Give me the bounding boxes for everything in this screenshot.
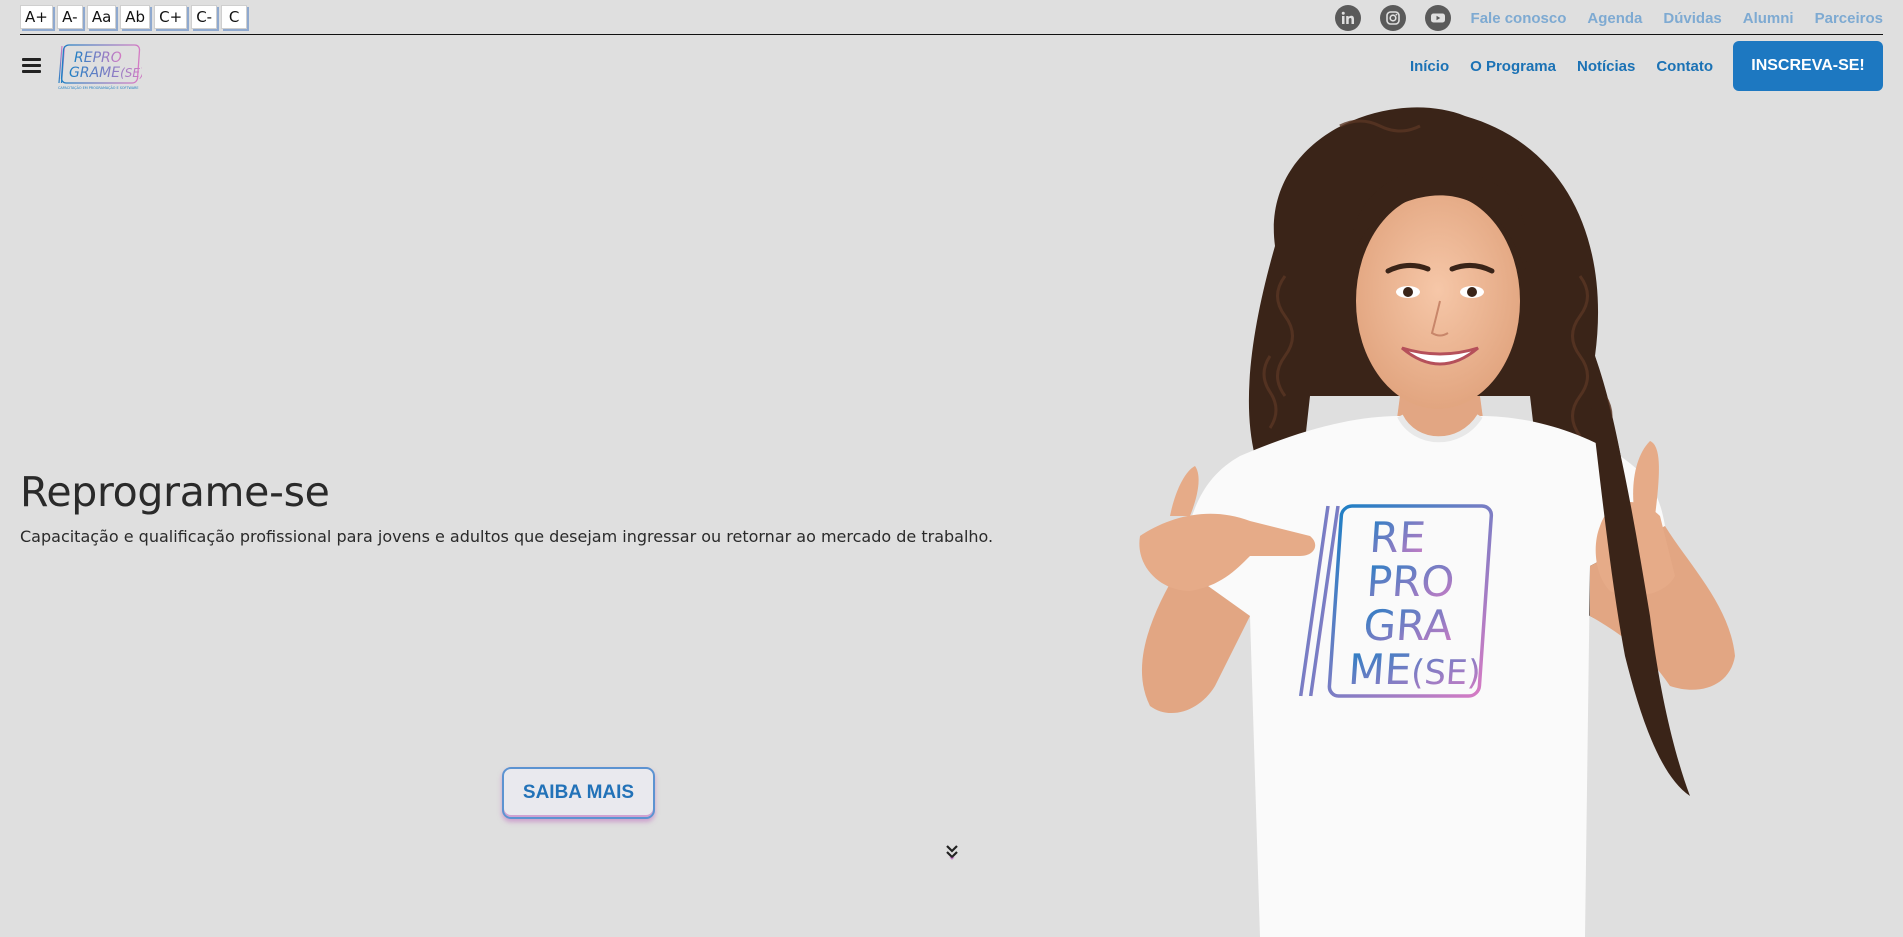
signup-button[interactable]: INSCREVA-SE! — [1733, 41, 1883, 91]
hero-image: RE PRO GRA ME(SE) — [1139, 107, 1735, 937]
logo-tagline: CAPACITAÇÃO EM PROGRAMAÇÃO E SOFTWARE — [58, 85, 139, 90]
top-links: Fale conosco Agenda Dúvidas Alumni Parce… — [1471, 10, 1883, 27]
contrast-increase-button[interactable]: C+ — [154, 5, 188, 29]
dyslexic-font-button[interactable]: Ab — [120, 5, 151, 29]
accessibility-toolbar: A+ A- Aa Ab C+ C- C — [20, 5, 248, 29]
menu-icon[interactable] — [22, 58, 41, 74]
scroll-down-icon[interactable] — [944, 843, 960, 861]
nav-link-contato[interactable]: Contato — [1656, 58, 1713, 75]
logo-text-line2: GRAME(SE) — [69, 65, 142, 81]
instagram-icon[interactable] — [1379, 5, 1406, 31]
top-link-agenda[interactable]: Agenda — [1587, 10, 1642, 27]
top-link-parceiros[interactable]: Parceiros — [1815, 10, 1883, 27]
nav-link-noticias[interactable]: Notícias — [1577, 58, 1635, 75]
shirt-text-line3: GRA — [1362, 601, 1454, 650]
contrast-decrease-button[interactable]: C- — [191, 5, 218, 29]
top-bar: A+ A- Aa Ab C+ C- C Fale conosco Agenda … — [0, 0, 1903, 35]
hero-title: Reprograme-se — [20, 468, 330, 516]
main-nav: REPRO GRAME(SE) CAPACITAÇÃO EM PROGRAMAÇ… — [0, 36, 1903, 96]
nav-link-o-programa[interactable]: O Programa — [1470, 58, 1556, 75]
top-right-area: Fale conosco Agenda Dúvidas Alumni Parce… — [1334, 5, 1883, 31]
linkedin-icon[interactable] — [1334, 5, 1361, 31]
top-link-alumni[interactable]: Alumni — [1743, 10, 1794, 27]
logo-text-line1: REPRO — [74, 50, 122, 66]
logo[interactable]: REPRO GRAME(SE) CAPACITAÇÃO EM PROGRAMAÇ… — [56, 43, 142, 91]
shirt-text-line4: ME(SE) — [1347, 645, 1483, 694]
top-link-duvidas[interactable]: Dúvidas — [1663, 10, 1721, 27]
shirt-text-line1: RE — [1368, 513, 1427, 562]
social-links — [1334, 5, 1451, 31]
learn-more-button[interactable]: SAIBA MAIS — [502, 767, 655, 819]
font-increase-button[interactable]: A+ — [20, 5, 53, 29]
nav-link-inicio[interactable]: Início — [1410, 58, 1449, 75]
font-decrease-button[interactable]: A- — [56, 5, 83, 29]
contrast-reset-button[interactable]: C — [221, 5, 248, 29]
hero-subtitle: Capacitação e qualificação profissional … — [20, 527, 994, 546]
font-reset-button[interactable]: Aa — [86, 5, 117, 29]
nav-links: Início O Programa Notícias Contato — [1410, 58, 1713, 75]
shirt-text-line2: PRO — [1365, 557, 1456, 606]
top-link-fale-conosco[interactable]: Fale conosco — [1471, 10, 1567, 27]
youtube-icon[interactable] — [1424, 5, 1451, 31]
